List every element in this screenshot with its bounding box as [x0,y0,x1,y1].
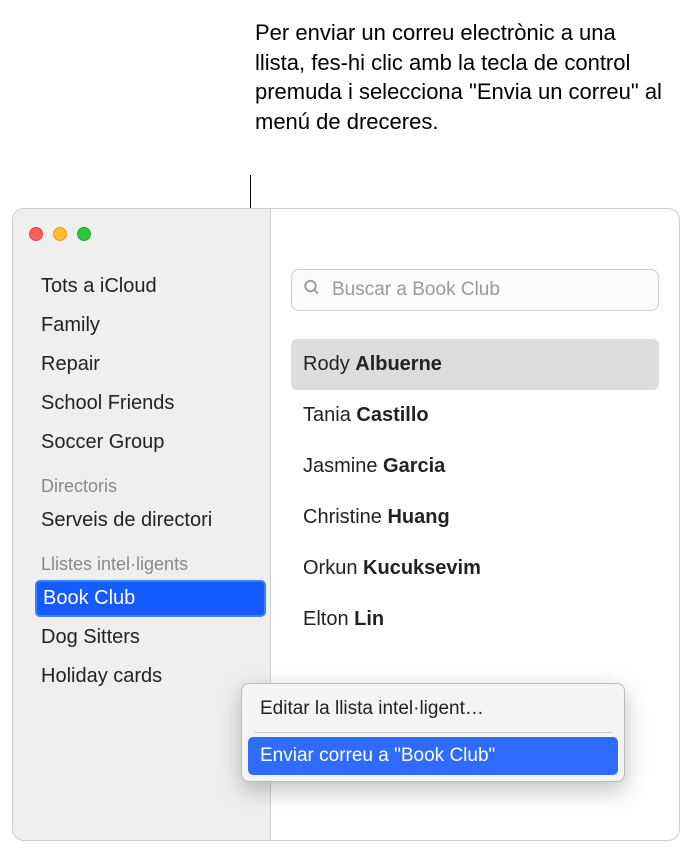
sidebar-item-group[interactable]: Soccer Group [13,423,270,462]
menu-item-send-mail[interactable]: Enviar correu a "Book Club" [248,737,618,775]
maximize-button[interactable] [77,227,91,241]
contact-row[interactable]: Jasmine Garcia [291,441,659,492]
sidebar-item-group[interactable]: Family [13,306,270,345]
contact-first-name: Rody [303,353,355,375]
sidebar-item-group[interactable]: Repair [13,345,270,384]
contact-first-name: Tania [303,404,356,426]
search-icon [303,279,321,302]
sidebar-item-group[interactable]: Tots a iCloud [13,267,270,306]
section-header-directories: Directoris [13,462,270,501]
sidebar-item-directory[interactable]: Serveis de directori [13,501,270,540]
sidebar-item-group[interactable]: School Friends [13,384,270,423]
sidebar-item-smart-list[interactable]: Dog Sitters [13,618,270,657]
contact-row[interactable]: Orkun Kucuksevim [291,543,659,594]
contact-first-name: Christine [303,506,387,528]
contact-last-name: Kucuksevim [363,557,481,579]
contact-last-name: Albuerne [355,353,442,375]
search-field-wrap [291,269,659,311]
context-menu: Editar la llista intel·ligent… Enviar co… [241,683,625,782]
contact-row[interactable]: Rody Albuerne [291,339,659,390]
contact-first-name: Elton [303,608,354,630]
contact-first-name: Orkun [303,557,363,579]
contact-last-name: Garcia [383,455,445,477]
menu-separator [254,732,612,733]
contact-last-name: Castillo [356,404,428,426]
contact-last-name: Huang [387,506,449,528]
minimize-button[interactable] [53,227,67,241]
contact-row[interactable]: Christine Huang [291,492,659,543]
sidebar-item-smart-list[interactable]: Book Club [35,580,266,617]
help-callout-text: Per enviar un correu electrònic a una ll… [255,18,665,137]
section-header-smart-lists: Llistes intel·ligents [13,540,270,579]
sidebar-item-smart-list[interactable]: Holiday cards [13,657,270,696]
sidebar: Tots a iCloudFamilyRepairSchool FriendsS… [13,209,271,840]
menu-item-edit-smart-list[interactable]: Editar la llista intel·ligent… [248,690,618,728]
close-button[interactable] [29,227,43,241]
contact-last-name: Lin [354,608,384,630]
contact-row[interactable]: Elton Lin [291,594,659,645]
search-input[interactable] [291,269,659,311]
contact-first-name: Jasmine [303,455,383,477]
contacts-window: Tots a iCloudFamilyRepairSchool FriendsS… [12,208,680,841]
contact-row[interactable]: Tania Castillo [291,390,659,441]
window-controls [29,227,91,241]
